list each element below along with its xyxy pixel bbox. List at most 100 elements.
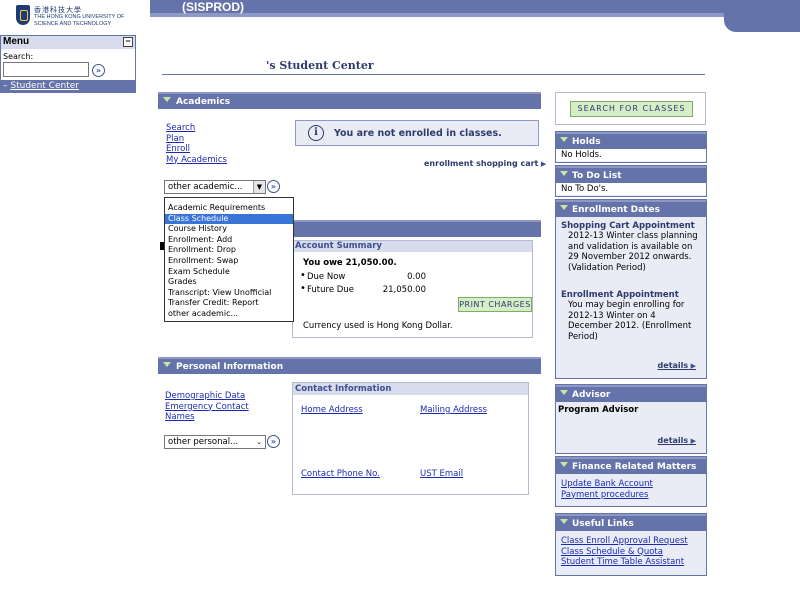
mailing-address-link[interactable]: Mailing Address: [420, 405, 487, 415]
enrollment-dates-title: Enrollment Dates: [572, 205, 660, 215]
personal-links: Demographic Data Emergency Contact Names: [165, 391, 249, 423]
contact-info-box: Contact Information Home Address Mailing…: [292, 382, 529, 495]
todo-title: To Do List: [572, 171, 622, 181]
dropdown-option[interactable]: Transfer Credit: Report: [165, 298, 293, 309]
enrollment-appointment-text: You may begin enrolling for 2012-13 Wint…: [568, 300, 692, 342]
search-classes-box: Search For Classes: [555, 92, 706, 125]
advisor-details-link[interactable]: details: [658, 436, 696, 445]
names-link[interactable]: Names: [165, 412, 195, 422]
logo-english-line2: SCIENCE AND TECHNOLOGY: [34, 21, 112, 27]
shopping-cart-link[interactable]: enrollment shopping cart: [424, 159, 546, 168]
personal-go-button[interactable]: »: [267, 435, 280, 448]
collapse-triangle-icon[interactable]: [560, 519, 568, 524]
menu-item-student-center[interactable]: – Student Center: [1, 80, 135, 93]
menu-panel: Menu − Search: » – Student Center: [0, 35, 136, 93]
advisor-header[interactable]: Advisor: [556, 385, 706, 402]
enroll-link[interactable]: Enroll: [166, 144, 190, 154]
todo-header[interactable]: To Do List: [556, 166, 706, 183]
academics-title: Academics: [176, 97, 231, 107]
dropdown-option[interactable]: other academic...: [165, 309, 293, 320]
print-charges-button[interactable]: Print Charges: [458, 297, 532, 312]
emergency-contact-link[interactable]: Emergency Contact: [165, 402, 249, 412]
university-logo[interactable]: 香港科技大學 THE HONG KONG UNIVERSITY OF SCIEN…: [16, 5, 136, 27]
my-academics-link[interactable]: My Academics: [166, 155, 227, 165]
timetable-assistant-link[interactable]: Student Time Table Assistant: [561, 557, 684, 567]
todo-panel: To Do List No To Do's.: [555, 165, 707, 197]
shopping-cart-appointment-title: Shopping Cart Appointment: [561, 221, 695, 231]
menu-item-label[interactable]: Student Center: [10, 81, 79, 91]
dropdown-option[interactable]: Transcript: View Unofficial: [165, 288, 293, 299]
holds-title: Holds: [572, 137, 601, 147]
academics-links: Search Plan Enroll My Academics: [166, 123, 227, 165]
demographic-data-link[interactable]: Demographic Data: [165, 391, 245, 401]
collapse-triangle-icon[interactable]: [163, 362, 171, 367]
payment-procedures-link[interactable]: Payment procedures: [561, 490, 648, 500]
contact-info-title: Contact Information: [293, 383, 528, 395]
collapse-triangle-icon[interactable]: [560, 137, 568, 142]
class-enroll-approval-link[interactable]: Class Enroll Approval Request: [561, 536, 688, 546]
collapse-triangle-icon[interactable]: [560, 390, 568, 395]
dropdown-option[interactable]: Enrollment: Swap: [165, 256, 293, 267]
program-advisor-label: Program Advisor: [558, 405, 639, 415]
system-name: (SISPROD): [182, 0, 245, 14]
logo-english-line1: THE HONG KONG UNIVERSITY OF: [34, 14, 125, 20]
account-summary-title: Account Summary: [293, 241, 532, 252]
menu-search-input[interactable]: [3, 62, 89, 77]
academic-go-button[interactable]: »: [267, 180, 280, 193]
enrollment-dates-panel: Enrollment Dates Shopping Cart Appointme…: [555, 199, 707, 379]
dropdown-option[interactable]: Academic Requirements: [165, 203, 293, 214]
search-link[interactable]: Search: [166, 123, 195, 133]
finance-matters-body: Update Bank Account Payment procedures: [556, 474, 706, 501]
finances-header[interactable]: [294, 220, 541, 237]
class-schedule-quota-link[interactable]: Class Schedule & Quota: [561, 547, 663, 557]
minimize-button[interactable]: −: [123, 37, 133, 47]
collapse-triangle-icon[interactable]: [560, 205, 568, 210]
menu-search-go-button[interactable]: »: [92, 64, 105, 77]
dropdown-option[interactable]: Exam Schedule: [165, 267, 293, 278]
dropdown-option-selected[interactable]: Class Schedule: [165, 213, 293, 225]
enrollment-dates-header[interactable]: Enrollment Dates: [556, 200, 706, 217]
finance-matters-panel: Finance Related Matters Update Bank Acco…: [555, 456, 707, 507]
menu-header: Menu −: [1, 36, 135, 49]
account-summary-box: Account Summary You owe 21,050.00. Due N…: [292, 240, 533, 338]
currency-note: Currency used is Hong Kong Dollar.: [303, 321, 453, 331]
academics-header[interactable]: Academics: [158, 92, 541, 109]
collapse-triangle-icon[interactable]: [560, 171, 568, 176]
home-address-link[interactable]: Home Address: [301, 405, 363, 415]
contact-phone-link[interactable]: Contact Phone No.: [301, 469, 380, 479]
shopping-cart-appointment-text: 2012-13 Winter class planning and valida…: [568, 231, 698, 273]
todo-body: No To Do's.: [556, 183, 706, 195]
collapse-triangle-icon[interactable]: [560, 462, 568, 467]
holds-header[interactable]: Holds: [556, 132, 706, 149]
academic-dropdown-list[interactable]: Academic Requirements Class Schedule Cou…: [164, 197, 294, 322]
dropdown-option[interactable]: Enrollment: Add: [165, 235, 293, 246]
other-academic-select[interactable]: other academic... ▼: [164, 180, 266, 194]
notice-text: You are not enrolled in classes.: [334, 128, 502, 139]
useful-links-header[interactable]: Useful Links: [556, 514, 706, 531]
ust-email-link[interactable]: UST Email: [420, 469, 463, 479]
advisor-body: Program Advisor details: [556, 402, 706, 452]
page-header: 香港科技大學 THE HONG KONG UNIVERSITY OF SCIEN…: [0, 0, 800, 32]
title-divider: [162, 74, 705, 75]
other-personal-select[interactable]: other personal... ⌄: [164, 435, 266, 449]
info-icon: i: [308, 125, 324, 141]
page-title: 's Student Center: [266, 59, 374, 72]
dropdown-option[interactable]: Enrollment: Drop: [165, 245, 293, 256]
dropdown-option[interactable]: Grades: [165, 277, 293, 288]
select-value: other personal...: [168, 437, 239, 447]
collapse-triangle-icon[interactable]: [163, 97, 171, 102]
due-now-label: Due Now: [300, 270, 345, 282]
update-bank-account-link[interactable]: Update Bank Account: [561, 479, 653, 489]
search-for-classes-button[interactable]: Search For Classes: [570, 101, 693, 117]
personal-info-header[interactable]: Personal Information: [158, 357, 541, 374]
finance-matters-header[interactable]: Finance Related Matters: [556, 457, 706, 474]
chevron-down-icon[interactable]: ⌄: [253, 436, 265, 448]
plan-link[interactable]: Plan: [166, 134, 184, 144]
holds-body: No Holds.: [556, 149, 706, 161]
select-value: other academic...: [168, 182, 243, 192]
advisor-title: Advisor: [572, 390, 611, 400]
chevron-down-icon[interactable]: ▼: [253, 181, 265, 193]
dropdown-option[interactable]: Course History: [165, 224, 293, 235]
enrollment-details-link[interactable]: details: [658, 361, 696, 370]
due-now-value: 0.00: [407, 272, 426, 282]
